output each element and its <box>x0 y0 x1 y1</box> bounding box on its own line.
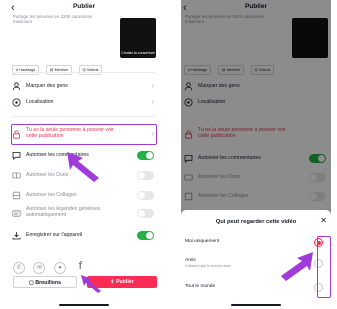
row-label: Localisation <box>26 99 54 105</box>
option-label: Amis <box>185 258 196 263</box>
row-label: Marquer des gens <box>26 83 68 89</box>
stitch-toggle[interactable] <box>137 191 154 200</box>
option-label: Tout le monde <box>185 284 216 289</box>
caption-input[interactable]: Partage tes pensées en 2200 caractères m… <box>13 14 101 24</box>
highlight-box <box>11 124 157 145</box>
home-indicator <box>59 304 109 306</box>
cover-label: Choisis la couverture <box>121 50 155 55</box>
chevron-right-icon: › <box>151 81 154 90</box>
message-icon[interactable]: ● <box>53 262 66 274</box>
divider <box>12 72 156 73</box>
option-sublabel: Followers que tu suis en retour <box>185 264 232 268</box>
whatsapp-icon[interactable]: ✆ <box>13 262 25 274</box>
divider <box>12 116 156 117</box>
hashtag-chip[interactable]: # Hashtags <box>12 65 40 75</box>
download-icon <box>12 231 21 240</box>
home-indicator <box>231 304 281 306</box>
tag-people-row[interactable]: Marquer des gens › <box>12 80 156 94</box>
mention-chip[interactable]: @ Mention <box>45 65 73 75</box>
duo-icon <box>12 171 21 180</box>
highlight-box <box>317 236 331 298</box>
publish-screen: ‹ Publier Partage tes pensées en 2200 ca… <box>9 0 159 309</box>
comment-icon <box>12 151 21 160</box>
pointer-arrow-icon <box>281 252 313 281</box>
row-label: Enregistrer sur l'appareil <box>26 232 83 238</box>
save-device-row: Enregistrer sur l'appareil <box>12 229 156 243</box>
person-icon <box>12 82 21 91</box>
duos-toggle[interactable] <box>137 171 154 180</box>
sheet-title: Qui peut regarder cette vidéo <box>215 219 297 225</box>
auto-captions-toggle[interactable] <box>137 209 154 218</box>
chip-row: # Hashtags @ Mention ◎ Vidéos <box>12 58 104 75</box>
comments-toggle[interactable] <box>137 151 154 160</box>
pointer-arrow-icon <box>67 152 99 182</box>
drafts-button[interactable]: ▢ Brouillons <box>13 276 77 288</box>
stitch-row: Autoriser les Collages <box>12 189 156 203</box>
messenger-icon[interactable]: ✉ <box>33 262 46 274</box>
pointer-arrow-icon <box>81 275 101 293</box>
save-device-toggle[interactable] <box>137 231 154 240</box>
videos-chip[interactable]: ◎ Vidéos <box>78 65 103 75</box>
cover-picker[interactable]: Choisis la couverture <box>120 18 156 58</box>
publish-screen-privacy-sheet: ‹ Publier Partage tes pensées en 2200 ca… <box>181 0 331 309</box>
stitch-icon <box>12 191 21 200</box>
page-title: Publier <box>72 3 96 10</box>
row-label: Autoriser les légendes générées automati… <box>26 206 101 218</box>
row-label: Autoriser les Collages <box>26 192 77 198</box>
chevron-right-icon: › <box>151 97 154 106</box>
close-icon[interactable]: ✕ <box>320 216 327 226</box>
location-row[interactable]: Localisation › <box>12 96 156 110</box>
location-icon <box>12 98 21 107</box>
auto-captions-row: Autoriser les légendes générées automati… <box>12 206 156 221</box>
option-label: Moi uniquement <box>185 239 220 244</box>
caption-icon <box>12 209 21 218</box>
